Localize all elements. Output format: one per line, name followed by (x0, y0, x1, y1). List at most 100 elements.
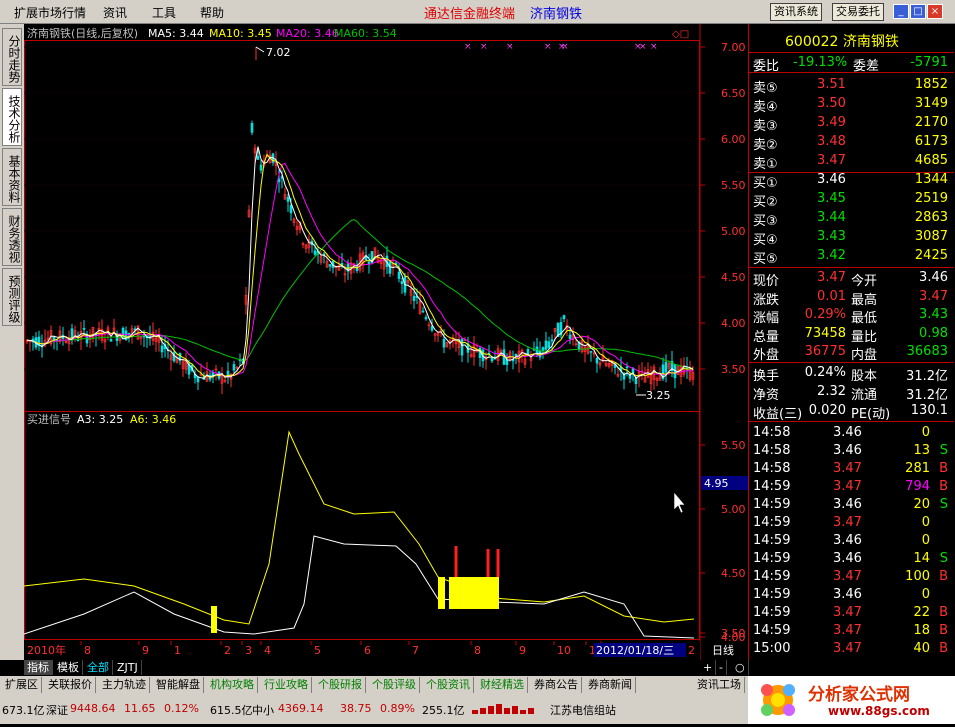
candle-body (460, 338, 464, 356)
candle-body (562, 315, 566, 320)
watermark-logo: 分析家公式网 www.88gs.com (748, 676, 955, 724)
function-tab[interactable]: 个股评级 (369, 677, 420, 693)
function-tab[interactable]: 行业攻略 (261, 677, 312, 693)
function-tab[interactable]: 扩展区 (2, 677, 42, 693)
function-tab[interactable]: 券商新闻 (585, 677, 636, 693)
zx-index: 4369.14 (278, 702, 324, 715)
period-label[interactable]: 日线 (712, 643, 734, 657)
chart-header: 济南钢铁(日线,后复权) (27, 26, 138, 40)
trade-order-button[interactable]: 交易委托 (832, 3, 884, 21)
zx-label: 中小 (252, 704, 274, 717)
function-tab[interactable]: 财经精选 (477, 677, 528, 693)
candle-body (541, 347, 545, 351)
function-tab[interactable]: 主力轨迹 (99, 677, 150, 693)
tab-technical[interactable]: 技术分析 (2, 88, 22, 146)
maximize-icon[interactable]: □ (910, 4, 926, 19)
candle-body (544, 340, 548, 350)
main-y-tick: 5.50 (721, 179, 746, 192)
candle-body (421, 310, 425, 313)
quote-stat-row: 外盘 36775 内盘 36683 (753, 344, 948, 363)
tab-zjtj[interactable]: ZJTJ (114, 660, 142, 675)
candle-body (286, 196, 290, 202)
close-icon[interactable]: × (927, 4, 943, 19)
zoom-reset-button[interactable]: ○ (732, 660, 749, 675)
buy-level-row: 买② 3.45 2519 (753, 191, 948, 210)
high-price-label: 7.02 (266, 46, 291, 59)
menu-news[interactable]: 资讯 (103, 4, 127, 21)
minimize-icon[interactable]: _ (893, 4, 909, 19)
watermark-url: www.88gs.com (828, 704, 930, 718)
quote-stat-row: 总量 73458 量比 0.98 (753, 325, 948, 345)
function-tab[interactable]: 智能解盘 (153, 677, 204, 693)
function-tab-row: 扩展区 关联报价 主力轨迹 智能解盘 机构攻略 行业攻略 个股研报 个股评级 个股资讯 财经精选券… (0, 676, 748, 694)
menu-help[interactable]: 帮助 (200, 4, 224, 21)
tick-row: 14:59 3.47 22 B (753, 605, 948, 620)
zoom-out-button[interactable]: - (716, 660, 727, 675)
candle-body (547, 341, 551, 349)
candle-body (568, 334, 572, 340)
tab-forecast[interactable]: 预测评级 (2, 268, 22, 326)
expand-diamond-icon[interactable]: ◇□ (672, 29, 689, 40)
x-axis-month: 3 (245, 644, 252, 657)
x-axis-month: 9 (142, 644, 149, 657)
candle-body (634, 377, 638, 385)
function-tab[interactable]: 个股资讯 (423, 677, 474, 693)
candle-body (109, 338, 113, 342)
candle-body (250, 123, 254, 133)
tab-intraday[interactable]: 分时走势 (2, 28, 22, 86)
buy-level-row: 买④ 3.43 3087 (753, 229, 948, 248)
candle-body (259, 164, 263, 171)
tab-fundamentals[interactable]: 基本资料 (2, 148, 22, 206)
tab-all[interactable]: 全部 (84, 660, 113, 675)
tick-row: 14:59 3.47 794 B (753, 479, 948, 494)
sell-level-row: 卖③ 3.49 2170 (753, 115, 948, 134)
x-axis-month: 7 (412, 644, 419, 657)
function-tab[interactable]: 券商公告 (531, 677, 582, 693)
tab-template[interactable]: 模板 (54, 660, 83, 675)
quote-stat-row: 现价 3.47 今开 3.46 (753, 270, 948, 289)
ma5-label: MA5: 3.44 (148, 27, 204, 40)
quote-info-row: 收益(三) 0.020 PE(动) 130.1 (753, 403, 948, 422)
menu-tools[interactable]: 工具 (152, 4, 176, 21)
candle-body (127, 332, 131, 335)
sz-pct: 0.12% (164, 702, 199, 715)
sz-volume: 615.5亿 (210, 704, 253, 717)
candle-body (328, 264, 332, 267)
candle-body (289, 205, 293, 214)
function-tab-news-workshop[interactable]: 资讯工场 (694, 677, 745, 693)
sell-level-row: 卖② 3.48 6173 (753, 134, 948, 153)
stock-title: 济南钢铁 (530, 7, 583, 22)
main-y-tick: 3.50 (721, 363, 746, 376)
x-axis-month: 6 (364, 644, 371, 657)
tick-row: 14:59 3.46 14 S (753, 551, 948, 566)
low-price-label: 3.25 (646, 389, 671, 402)
candle-body (388, 261, 392, 274)
main-y-tick: 7.00 (721, 41, 746, 54)
candle-body (550, 339, 554, 342)
candle-body (424, 316, 428, 320)
candle-body (313, 250, 317, 255)
main-y-tick: 5.00 (721, 225, 746, 238)
tab-indicator[interactable]: 指标 (24, 660, 53, 675)
buy-level-row: 买① 3.46 1344 (753, 172, 948, 191)
chart-area[interactable]: 济南钢铁(日线,后复权) MA5: 3.44 MA10: 3.45 MA20: … (24, 24, 748, 660)
tick-row: 14:58 3.46 13 S (753, 443, 948, 458)
quote-stat-row: 涨跌 0.01 最高 3.47 (753, 288, 948, 308)
candle-body (664, 361, 668, 373)
sell-level-row: 卖① 3.47 4685 (753, 153, 948, 172)
status-bar: 673.1亿 深证 9448.64 11.65 0.12% 615.5亿 中小 … (0, 694, 748, 724)
news-system-button[interactable]: 资讯系统 (770, 3, 822, 21)
tick-row: 14:59 3.47 0 (753, 515, 930, 530)
candle-body (400, 281, 404, 285)
x-axis-month: 2 (224, 644, 231, 657)
candle-body (412, 295, 416, 301)
function-tab[interactable]: 关联报价 (45, 677, 96, 693)
function-tab[interactable]: 个股研报 (315, 677, 366, 693)
function-tab[interactable]: 机构攻略 (207, 677, 258, 693)
svg-text:×: × (464, 42, 472, 52)
zoom-in-button[interactable]: + (700, 660, 717, 675)
weicha-value: -5791 (910, 55, 948, 70)
tab-financials[interactable]: 财务透视 (2, 208, 22, 266)
weibi-value: -19.13% (793, 55, 848, 70)
menu-extended-market[interactable]: 扩展市场行情 (14, 4, 86, 21)
